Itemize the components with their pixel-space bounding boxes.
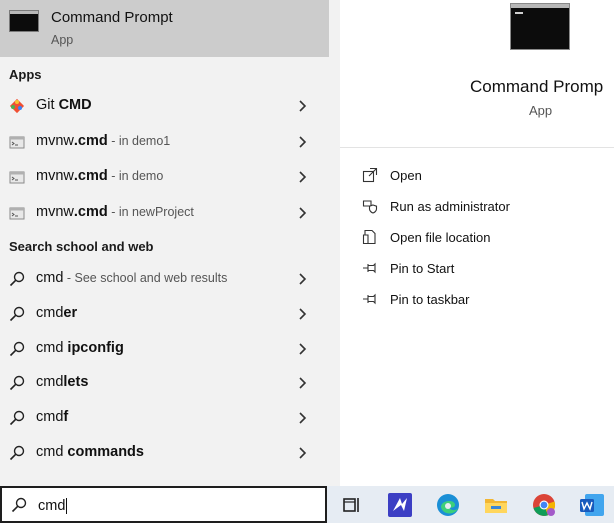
action-run-as-administrator[interactable]: Run as administrator xyxy=(360,195,600,219)
detail-divider xyxy=(340,147,614,148)
app-result-label: mvnw.cmd - in newProject xyxy=(36,203,194,220)
app-result-item[interactable]: mvnw.cmd - in newProject xyxy=(0,196,329,230)
web-suggestion-label: cmd commands xyxy=(36,444,144,460)
action-open-file-location[interactable]: Open file location xyxy=(360,226,600,250)
best-match-title: Command Prompt xyxy=(51,9,173,26)
action-label: Open file location xyxy=(390,230,491,245)
app-result-item[interactable]: mvnw.cmd - in demo1 xyxy=(0,125,329,159)
search-icon xyxy=(9,410,25,426)
search-input[interactable]: cmd xyxy=(38,498,68,514)
search-icon xyxy=(9,445,25,461)
app-result-item[interactable]: mvnw.cmd - in demo xyxy=(0,160,329,194)
word-icon[interactable] xyxy=(579,492,605,518)
web-suggestion-item[interactable]: cmd commands xyxy=(0,436,329,470)
best-match-subtitle: App xyxy=(51,33,74,47)
app-result-label: mvnw.cmd - in demo xyxy=(36,168,164,184)
web-suggestion-label: cmdlets xyxy=(36,374,89,391)
file-location-icon xyxy=(362,229,376,245)
chrome-icon[interactable] xyxy=(531,492,557,518)
chevron-right-icon xyxy=(299,308,307,320)
action-label: Pin to taskbar xyxy=(390,292,470,307)
search-icon xyxy=(9,271,25,287)
web-suggestion-item[interactable]: cmdlets xyxy=(0,366,329,400)
app-result-location: - in demo xyxy=(107,169,164,183)
cmd-file-icon xyxy=(9,207,25,219)
detail-title: Command Promp xyxy=(470,77,604,96)
action-pin-to-start[interactable]: Pin to Start xyxy=(360,257,600,281)
task-view-icon[interactable] xyxy=(339,492,365,518)
web-suggestion-item[interactable]: cmder xyxy=(0,297,329,331)
search-icon xyxy=(11,497,27,513)
web-suggestion-label: cmd - See school and web results xyxy=(36,270,228,286)
chevron-right-icon xyxy=(299,377,307,389)
visual-studio-icon[interactable] xyxy=(387,492,413,518)
chevron-right-icon xyxy=(299,206,307,219)
chevron-right-icon xyxy=(299,171,307,183)
action-label: Open xyxy=(390,168,422,183)
open-icon xyxy=(362,167,378,183)
section-header-web: Search school and web xyxy=(9,239,154,254)
shield-icon xyxy=(362,200,378,214)
web-suggestion-label: cmd ipconfig xyxy=(36,339,124,356)
cmd-file-icon xyxy=(9,136,25,148)
search-icon xyxy=(9,306,25,321)
command-prompt-icon xyxy=(9,10,39,32)
results-panel: Command Prompt App Apps Git CMD mvnw.cmd … xyxy=(0,0,329,486)
app-result-item[interactable]: Git CMD xyxy=(0,89,329,123)
action-label: Pin to Start xyxy=(390,261,455,276)
web-suggestion-item[interactable]: cmd ipconfig xyxy=(0,332,329,366)
web-suggestion-label: cmder xyxy=(36,304,78,321)
chevron-right-icon xyxy=(299,135,307,148)
detail-panel: Command Promp App Open Run as administrat… xyxy=(340,0,614,486)
chevron-right-icon xyxy=(299,273,307,285)
best-match-item[interactable]: Command Prompt App xyxy=(0,0,329,57)
web-suggestion-hint: - See school and web results xyxy=(63,271,228,285)
action-pin-to-taskbar[interactable]: Pin to taskbar xyxy=(360,288,600,312)
git-icon xyxy=(9,98,25,114)
action-open[interactable]: Open xyxy=(360,164,600,188)
command-prompt-large-icon xyxy=(510,3,570,50)
app-result-location: - in newProject xyxy=(107,204,194,219)
app-result-label: Git CMD xyxy=(36,97,92,113)
search-icon xyxy=(9,376,25,391)
taskbar xyxy=(327,486,614,523)
detail-subtitle: App xyxy=(529,103,553,118)
search-icon xyxy=(9,341,25,356)
web-suggestion-label: cmdf xyxy=(36,409,69,426)
section-header-apps: Apps xyxy=(9,67,42,82)
chevron-right-icon xyxy=(299,412,307,424)
web-suggestion-item[interactable]: cmd - See school and web results xyxy=(0,262,329,296)
cmd-file-icon xyxy=(9,171,25,184)
pin-icon xyxy=(363,293,376,305)
pin-icon xyxy=(363,262,376,274)
chevron-right-icon xyxy=(299,343,307,355)
chevron-right-icon xyxy=(299,100,307,112)
web-suggestion-item[interactable]: cmdf xyxy=(0,401,329,435)
edge-icon[interactable] xyxy=(435,492,461,518)
app-result-location: - in demo1 xyxy=(107,133,171,148)
search-box[interactable]: cmd xyxy=(0,486,327,523)
file-explorer-icon[interactable] xyxy=(483,492,509,518)
chevron-right-icon xyxy=(299,447,307,459)
action-label: Run as administrator xyxy=(390,199,510,214)
app-result-label: mvnw.cmd - in demo1 xyxy=(36,132,171,149)
